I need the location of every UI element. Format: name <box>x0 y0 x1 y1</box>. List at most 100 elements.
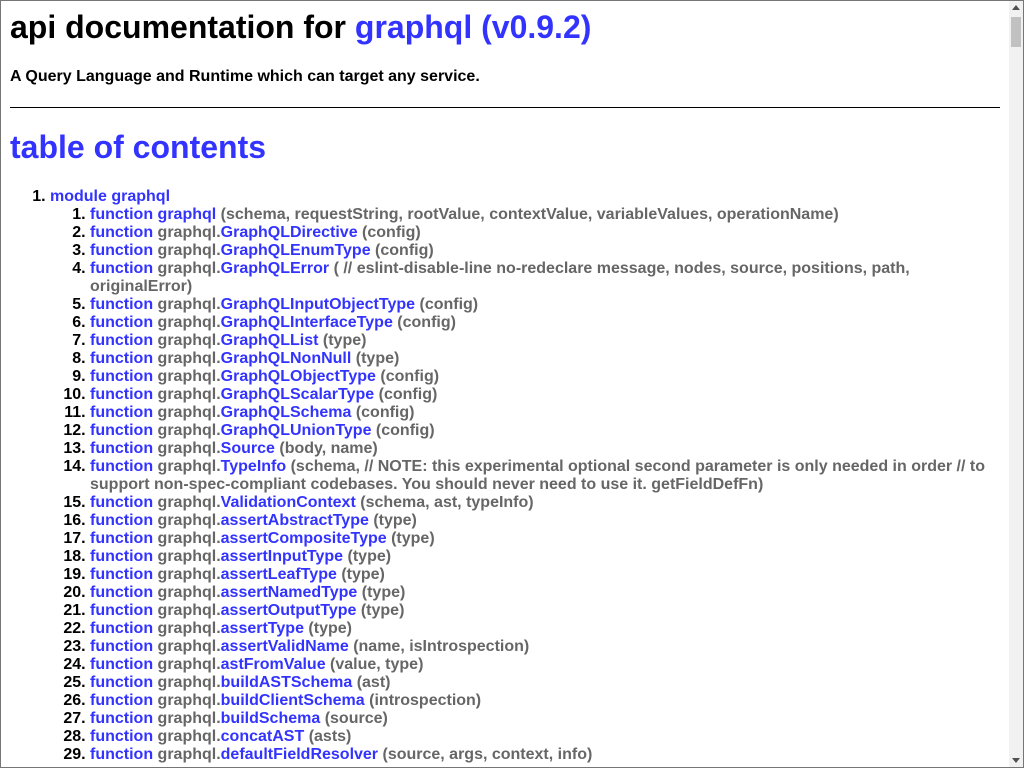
function-args: (config) <box>397 314 456 331</box>
function-name-link[interactable]: graphql <box>158 206 217 223</box>
function-item: function graphql.buildASTSchema (ast) <box>90 674 1000 692</box>
function-name-link[interactable]: defaultFieldResolver <box>221 746 378 763</box>
function-item: function graphql.GraphQLSchema (config) <box>90 404 1000 422</box>
function-name-link[interactable]: assertType <box>221 620 304 637</box>
function-namespace: graphql. <box>157 224 221 241</box>
function-name-link[interactable]: GraphQLNonNull <box>221 350 352 367</box>
function-item: function graphql.ValidationContext (sche… <box>90 494 1000 512</box>
function-keyword-link[interactable]: function <box>90 530 153 547</box>
function-item: function graphql.buildClientSchema (intr… <box>90 692 1000 710</box>
function-name-link[interactable]: astFromValue <box>221 656 326 673</box>
function-keyword-link[interactable]: function <box>90 206 153 223</box>
function-name-link[interactable]: assertOutputType <box>221 602 357 619</box>
function-keyword-link[interactable]: function <box>90 386 153 403</box>
function-keyword-link[interactable]: function <box>90 602 153 619</box>
function-keyword-link[interactable]: function <box>90 224 153 241</box>
function-namespace: graphql. <box>157 494 221 511</box>
function-name-link[interactable]: GraphQLScalarType <box>221 386 375 403</box>
function-args: (source) <box>324 710 388 727</box>
function-name-link[interactable]: assertNamedType <box>221 584 358 601</box>
function-namespace: graphql. <box>157 440 221 457</box>
function-name-link[interactable]: GraphQLSchema <box>221 404 352 421</box>
function-name-link[interactable]: GraphQLError <box>221 260 329 277</box>
package-description: A Query Language and Runtime which can t… <box>10 68 480 85</box>
scroll-up-button[interactable] <box>1009 1 1023 15</box>
function-name-link[interactable]: GraphQLUnionType <box>221 422 372 439</box>
function-namespace: graphql. <box>157 530 221 547</box>
function-keyword-link[interactable]: function <box>90 620 153 637</box>
title-prefix: api documentation for <box>10 9 346 45</box>
function-args: (name, isIntrospection) <box>353 638 530 655</box>
function-keyword-link[interactable]: function <box>90 512 153 529</box>
function-keyword-link[interactable]: function <box>90 242 153 259</box>
function-args: (config) <box>375 422 435 439</box>
function-namespace: graphql. <box>157 746 221 763</box>
function-name-link[interactable]: GraphQLInputObjectType <box>221 296 415 313</box>
function-name-link[interactable]: assertAbstractType <box>221 512 369 529</box>
function-keyword-link[interactable]: function <box>90 656 153 673</box>
function-keyword-link[interactable]: function <box>90 638 153 655</box>
function-keyword-link[interactable]: function <box>90 314 153 331</box>
function-item: function graphql.assertCompositeType (ty… <box>90 530 1000 548</box>
function-name-link[interactable]: GraphQLDirective <box>221 224 358 241</box>
function-name-link[interactable]: GraphQLInterfaceType <box>221 314 393 331</box>
function-name-link[interactable]: GraphQLEnumType <box>221 242 371 259</box>
function-keyword-link[interactable]: function <box>90 458 153 475</box>
function-namespace: graphql. <box>157 692 221 709</box>
function-args: (schema, ast, typeInfo) <box>360 494 534 511</box>
function-keyword-link[interactable]: function <box>90 728 153 745</box>
vertical-scrollbar[interactable] <box>1009 1 1023 767</box>
package-link[interactable]: graphql (v0.9.2) <box>355 9 592 45</box>
function-name-link[interactable]: ValidationContext <box>221 494 356 511</box>
function-args: (type) <box>308 620 352 637</box>
function-keyword-link[interactable]: function <box>90 584 153 601</box>
function-item: function graphql.assertValidName (name, … <box>90 638 1000 656</box>
function-name-link[interactable]: assertInputType <box>221 548 343 565</box>
function-keyword-link[interactable]: function <box>90 440 153 457</box>
function-name-link[interactable]: buildClientSchema <box>221 692 365 709</box>
module-link[interactable]: module graphql <box>50 188 170 205</box>
function-keyword-link[interactable]: function <box>90 674 153 691</box>
function-namespace: graphql. <box>157 350 221 367</box>
function-name-link[interactable]: buildASTSchema <box>221 674 353 691</box>
function-args: (type) <box>341 566 385 583</box>
function-keyword-link[interactable]: function <box>90 332 153 349</box>
function-item: function graphql.GraphQLNonNull (type) <box>90 350 1000 368</box>
function-name-link[interactable]: GraphQLObjectType <box>221 368 376 385</box>
function-keyword-link[interactable]: function <box>90 566 153 583</box>
function-keyword-link[interactable]: function <box>90 350 153 367</box>
function-keyword-link[interactable]: function <box>90 404 153 421</box>
function-item: function graphql (schema, requestString,… <box>90 206 1000 224</box>
function-name-link[interactable]: GraphQLList <box>221 332 319 349</box>
function-name-link[interactable]: concatAST <box>221 728 305 745</box>
function-name-link[interactable]: Source <box>221 440 275 457</box>
function-args: (ast) <box>356 674 391 691</box>
function-args: (schema, requestString, rootValue, conte… <box>220 206 839 223</box>
function-args: (type) <box>391 530 435 547</box>
function-keyword-link[interactable]: function <box>90 296 153 313</box>
function-name-link[interactable]: assertValidName <box>221 638 349 655</box>
function-args: (config) <box>375 242 434 259</box>
function-keyword-link[interactable]: function <box>90 746 153 763</box>
function-args: (type) <box>347 548 392 565</box>
scrollbar-thumb[interactable] <box>1011 17 1021 47</box>
function-namespace: graphql. <box>157 368 221 385</box>
divider <box>10 107 1000 108</box>
function-args: (type) <box>355 350 400 367</box>
scroll-down-button[interactable] <box>1009 753 1023 767</box>
function-name-link[interactable]: assertLeafType <box>221 566 337 583</box>
function-keyword-link[interactable]: function <box>90 260 153 277</box>
function-keyword-link[interactable]: function <box>90 548 153 565</box>
function-namespace: graphql. <box>157 296 221 313</box>
function-name-link[interactable]: TypeInfo <box>221 458 286 475</box>
function-keyword-link[interactable]: function <box>90 692 153 709</box>
function-name-link[interactable]: buildSchema <box>221 710 321 727</box>
function-keyword-link[interactable]: function <box>90 710 153 727</box>
function-keyword-link[interactable]: function <box>90 494 153 511</box>
function-namespace: graphql. <box>157 512 221 529</box>
function-name-link[interactable]: assertCompositeType <box>221 530 387 547</box>
function-namespace: graphql. <box>157 566 221 583</box>
function-item: function graphql.GraphQLInterfaceType (c… <box>90 314 1000 332</box>
function-keyword-link[interactable]: function <box>90 422 153 439</box>
function-keyword-link[interactable]: function <box>90 368 153 385</box>
